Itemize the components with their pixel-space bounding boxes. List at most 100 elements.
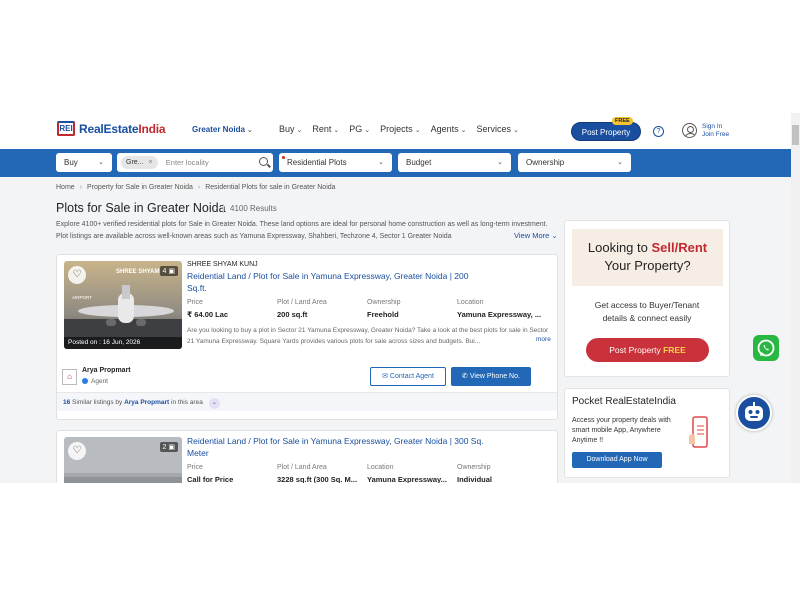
property-type-select[interactable]: Residential Plots ⌄ [279,153,392,172]
site-header: REI RealEstateIndia Greater Noida ⌄ Buy ⌄ … [0,113,800,149]
close-icon[interactable]: × [148,159,152,166]
page-viewport: REI RealEstateIndia Greater Noida ⌄ Buy ⌄ … [0,113,800,483]
breadcrumb-city[interactable]: Property for Sale in Greater Noida [87,184,193,191]
site-logo[interactable]: REI RealEstateIndia [57,121,166,136]
similar-listings[interactable]: 16 Similar listings by Arya Propmart in … [57,392,557,411]
download-app-button[interactable]: Download App Now [572,452,662,468]
page-scrollbar[interactable] [791,113,800,483]
whatsapp-icon[interactable] [753,335,779,361]
breadcrumb: Home › Property for Sale in Greater Noida ›… [56,184,336,191]
breadcrumb-home[interactable]: Home [56,184,75,191]
chevron-down-icon: ⌄ [296,127,303,134]
image-count-badge: 2 ▣ [159,442,178,452]
city-selector[interactable]: Greater Noida ⌄ [192,125,253,134]
city-chip[interactable]: Gre... × [121,156,158,169]
post-property-button[interactable]: Post Property [571,122,641,141]
required-dot-icon [282,156,285,159]
listing-image[interactable]: ♡ 2 ▣ [64,437,182,483]
agent-logo-icon: ⌂ [62,369,77,385]
intro-text: Explore 4100+ verified residential plots… [56,221,548,240]
app-card-text: Access your property deals with smart mo… [572,417,671,444]
agent-name[interactable]: Arya Propmart [82,367,131,374]
chevron-down-icon: ⌄ [246,127,253,134]
chevron-right-icon: › [197,184,201,191]
favorite-heart-icon[interactable]: ♡ [68,266,86,284]
chevron-down-icon: ⌄ [617,159,623,166]
logo-mark-icon: REI [57,121,75,136]
budget-select[interactable]: Budget ⌄ [398,153,511,172]
breadcrumb-current: Residential Plots for sale in Greater No… [205,184,336,191]
results-count: 4100 Results [223,204,277,213]
phone-icon: ✆ [462,373,468,380]
chatbot-icon[interactable] [736,395,772,431]
logo-text-accent: India [138,121,166,136]
listing-card[interactable]: SHREE SHYAM AIRPORT ♡ 4 ▣ Posted on : 16… [56,254,558,420]
chevron-down-icon: ⌄ [512,127,519,134]
contact-agent-button[interactable]: ✉ Contact Agent [370,367,446,386]
nav-projects[interactable]: Projects ⌄ [380,124,420,134]
agent-bar: ⌂ Arya Propmart Agent ✉ Contact Agent ✆ … [57,364,557,389]
promo-banner: Looking to Sell/Rent Your Property? [572,229,723,286]
user-icon[interactable] [682,123,697,138]
chevron-down-icon: ⌄ [497,159,503,166]
logo-text-main: RealEstate [79,121,139,136]
signin-links: Sign In Join Free [702,123,729,139]
gallery-icon: ▣ [168,444,175,451]
listing-image[interactable]: SHREE SHYAM AIRPORT ♡ 4 ▣ Posted on : 16… [64,261,182,349]
signin-link[interactable]: Sign In [702,123,729,131]
image-count-badge: 4 ▣ [159,266,178,276]
search-bar: Buy ⌄ Gre... × Enter locality Residential… [0,149,800,177]
listing-title[interactable]: Reidential Land / Plot for Sale in Yamun… [187,271,487,294]
meta-price: Price ₹ 64.00 Lac [187,299,229,319]
listing-card[interactable]: ♡ 2 ▣ Reidential Land / Plot for Sale in… [56,430,558,483]
agent-role: Agent [82,378,108,385]
app-card-title: Pocket RealEstateIndia [572,396,676,407]
view-phone-button[interactable]: ✆ View Phone No. [451,367,531,386]
locality-search[interactable]: Gre... × Enter locality [117,153,273,172]
nav-agents[interactable]: Agents ⌄ [431,124,467,134]
chevron-down-icon: ⌄ [364,127,371,134]
locality-input[interactable]: Enter locality [166,153,209,172]
ownership-select[interactable]: Ownership ⌄ [518,153,631,172]
gallery-icon: ▣ [168,268,175,275]
chevron-down-icon: ⌄ [414,127,421,134]
meta-location: Location Yamuna Expressway... [367,464,447,483]
chevron-down-icon: ⌄ [378,159,384,166]
nav-buy[interactable]: Buy ⌄ [279,124,302,134]
join-free-link[interactable]: Join Free [702,131,729,139]
post-property-free-button[interactable]: Post Property FREE [586,338,709,362]
listing-title[interactable]: Reidential Land / Plot for Sale in Yamun… [187,436,487,459]
scrollbar-thumb[interactable] [792,125,799,145]
city-label: Greater Noida [192,125,245,134]
listing-meta: Price ₹ 64.00 Lac Plot / Land Area 200 sq.… [187,299,557,319]
help-icon[interactable]: ? [653,126,664,137]
favorite-heart-icon[interactable]: ♡ [68,442,86,460]
chevron-down-icon: ⌄ [98,159,104,166]
search-icon[interactable] [259,157,268,166]
more-link[interactable]: more [534,336,551,343]
nav-services[interactable]: Services ⌄ [476,124,518,134]
main-nav: Buy ⌄ Rent ⌄ PG ⌄ Projects ⌄ Agents ⌄ Service… [279,124,519,134]
meta-ownership: Ownership Individual [457,464,493,483]
chevron-down-icon[interactable]: ⌄ [208,398,220,409]
mail-icon: ✉ [382,373,388,380]
chevron-down-icon: ⌄ [333,127,340,134]
nav-rent[interactable]: Rent ⌄ [312,124,339,134]
chevron-down-icon: ⌄ [460,127,467,134]
posted-date: Posted on : 16 Jun, 2026 [64,337,182,349]
view-more-link[interactable]: View More ⌄ [512,231,558,240]
svg-text:AIRPORT: AIRPORT [72,295,92,300]
meta-ownership: Ownership Freehold [367,299,401,319]
meta-location: Location Yamuna Expressway, ... [457,299,542,319]
free-badge: FREE [612,117,633,125]
meta-price: Price Call for Price [187,464,234,483]
meta-area: Plot / Land Area 200 sq.ft [277,299,327,319]
buy-select[interactable]: Buy ⌄ [56,153,112,172]
listing-description: Are you looking to buy a plot in Sector … [187,327,549,345]
svg-text:SHREE SHYAM: SHREE SHYAM [116,269,159,275]
listing-meta: Price Call for Price Plot / Land Area 3228… [187,464,557,483]
chevron-down-icon: ⌄ [551,231,558,240]
nav-pg[interactable]: PG ⌄ [349,124,370,134]
sell-rent-promo-card: Looking to Sell/Rent Your Property? Get a… [564,220,730,377]
chevron-right-icon: › [79,184,83,191]
